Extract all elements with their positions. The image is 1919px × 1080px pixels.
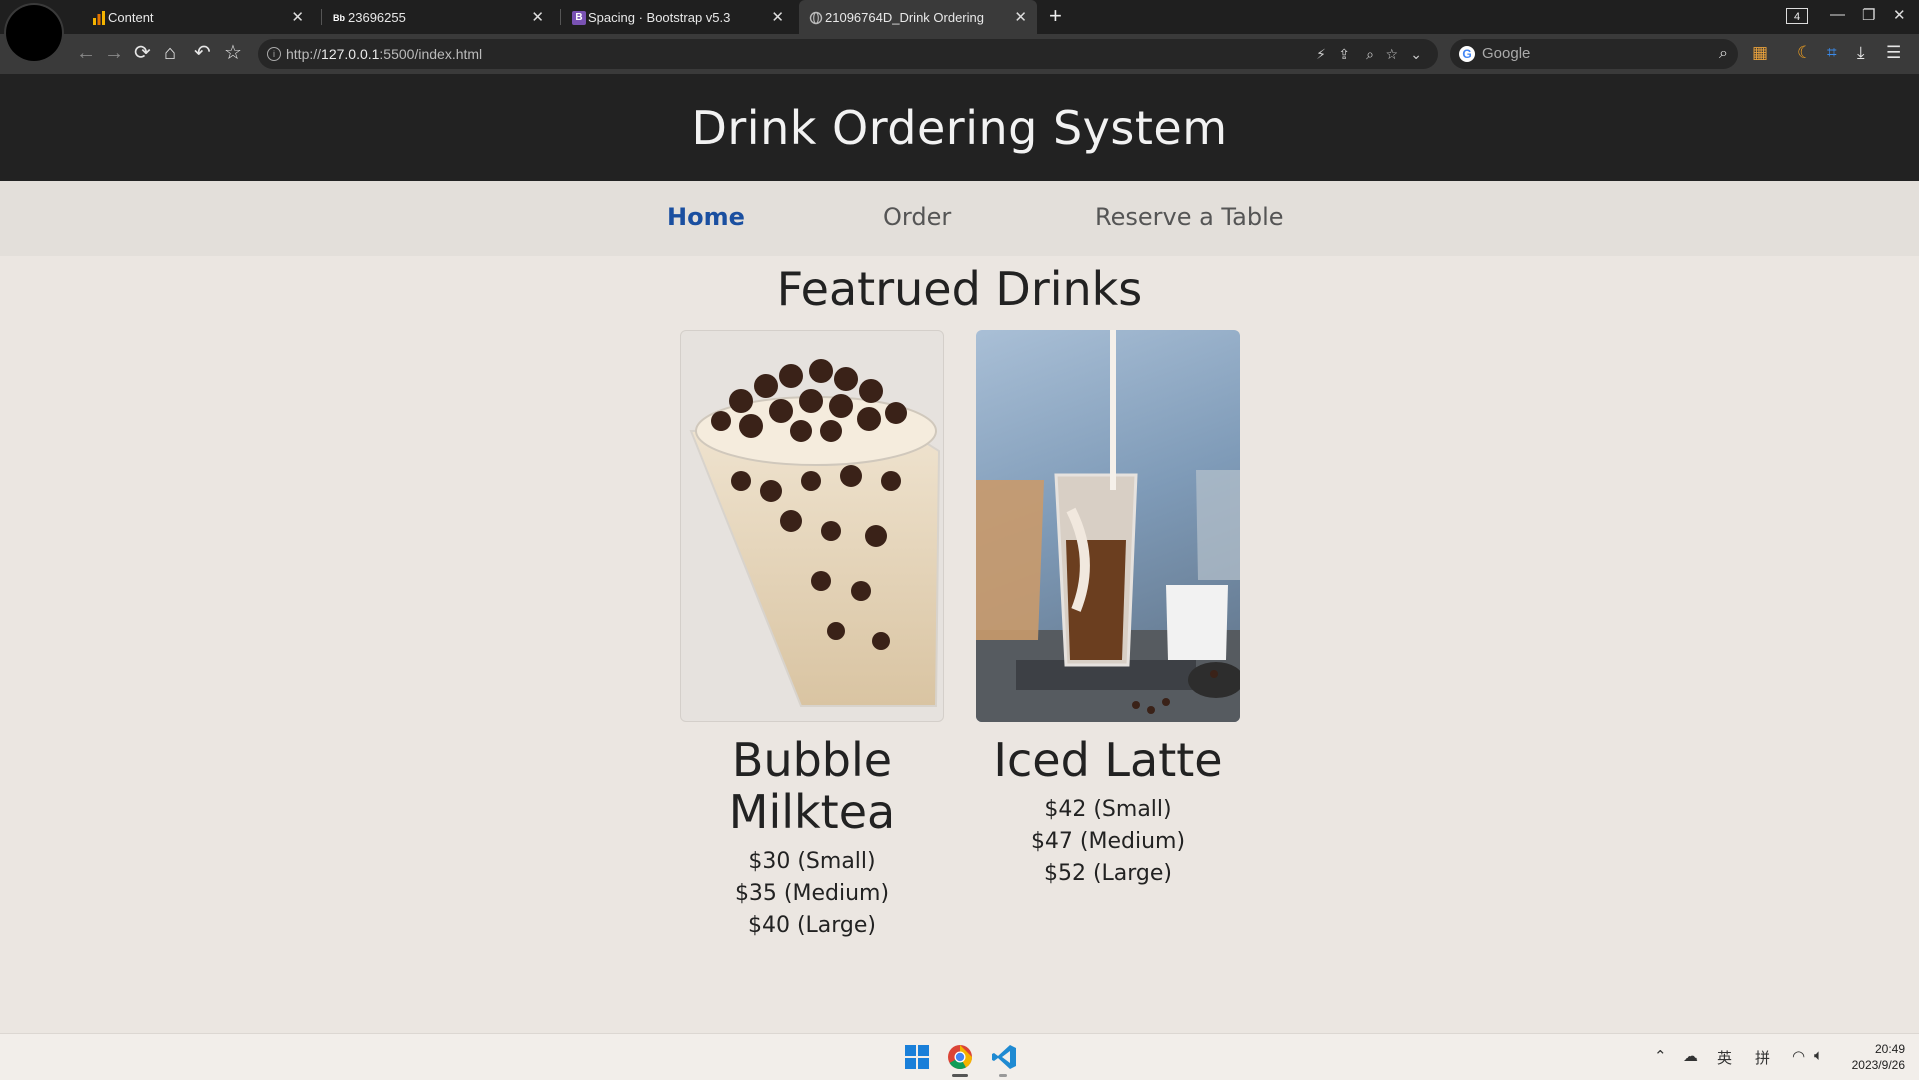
lightning-icon[interactable]: ⚡ <box>1316 39 1326 69</box>
nav-home[interactable]: Home <box>667 203 745 231</box>
windows-start-icon[interactable] <box>904 1044 930 1070</box>
chrome-icon[interactable] <box>947 1044 973 1070</box>
browser-tab[interactable]: Bb 23696255 ✕ <box>322 0 554 34</box>
apps-grid-icon[interactable]: ▦ <box>1752 42 1768 64</box>
active-app-indicator <box>952 1074 968 1077</box>
volume-icon[interactable]: 🔈︎ <box>1814 1047 1823 1064</box>
drink-price: $52 (Large) <box>1043 861 1173 886</box>
blackboard-icon: Bb <box>333 13 345 23</box>
drink-price: $35 (Medium) <box>734 881 890 906</box>
night-mode-icon[interactable]: ☾ <box>1797 42 1812 64</box>
system-clock[interactable]: 20:49 2023/9/26 <box>1852 1041 1905 1073</box>
close-window-icon[interactable]: ✕ <box>1893 6 1906 24</box>
clock-date: 2023/9/26 <box>1851 1058 1905 1072</box>
favorite-icon[interactable]: ☆ <box>1385 39 1398 69</box>
clock-time: 20:49 <box>1874 1042 1905 1056</box>
chevron-down-icon[interactable]: ⌄ <box>1410 39 1422 69</box>
drink-name: Iced Latte <box>993 733 1223 787</box>
crop-icon[interactable]: ⌗ <box>1827 42 1837 64</box>
onedrive-icon[interactable]: ☁ <box>1683 1047 1698 1065</box>
ime-mode[interactable]: 拼 <box>1755 1047 1770 1068</box>
open-app-indicator <box>999 1074 1007 1077</box>
address-bar[interactable]: i http://127.0.0.1:5500/index.html ⚡ ⇪ ⌕… <box>258 39 1438 69</box>
iced-latte-image <box>976 330 1240 722</box>
close-tab-icon[interactable]: ✕ <box>291 8 304 26</box>
browser-tab[interactable]: Content ✕ <box>82 0 314 34</box>
restore-icon[interactable]: ❐ <box>1862 6 1875 24</box>
drink-price: $30 (Small) <box>748 849 876 874</box>
browser-tab[interactable]: B Spacing · Bootstrap v5.3 ✕ <box>562 0 794 34</box>
home-icon[interactable]: ⌂ <box>164 41 176 65</box>
bootstrap-icon: B <box>572 11 586 25</box>
tab-title: Spacing · Bootstrap v5.3 <box>588 9 731 25</box>
share-icon[interactable]: ⇪ <box>1338 39 1350 69</box>
site-info-icon[interactable]: i <box>267 47 281 61</box>
drink-card[interactable]: Bubble Milktea $30 (Small) $35 (Medium) … <box>680 330 944 942</box>
window-count-badge[interactable]: 4 <box>1786 8 1808 24</box>
close-tab-icon[interactable]: ✕ <box>531 8 544 26</box>
browser-toolbar: ← → ⟳ ⌂ ↶ ☆ i http://127.0.0.1:5500/inde… <box>0 34 1919 74</box>
site-header: Drink Ordering System <box>0 74 1919 181</box>
section-title: Featrued Drinks <box>776 262 1143 316</box>
bar-chart-icon <box>92 11 106 25</box>
bubble-milktea-image <box>680 330 944 722</box>
nav-reserve-table[interactable]: Reserve a Table <box>1095 203 1284 231</box>
ime-language[interactable]: 英 <box>1717 1047 1732 1068</box>
reload-icon[interactable]: ⟳ <box>134 41 151 65</box>
drink-card[interactable]: Iced Latte $42 (Small) $47 (Medium) $52 … <box>976 330 1240 890</box>
tab-title: 23696255 <box>348 9 406 25</box>
browser-tab-active[interactable]: 21096764D_Drink Ordering Sy ✕ <box>799 0 1037 34</box>
minimize-icon[interactable]: — <box>1830 6 1845 23</box>
nav-order[interactable]: Order <box>883 203 951 231</box>
close-tab-icon[interactable]: ✕ <box>771 8 784 26</box>
bookmark-star-icon[interactable]: ☆ <box>224 41 242 65</box>
new-tab-icon[interactable]: + <box>1049 3 1062 29</box>
zoom-icon[interactable]: ⌕ <box>1366 39 1374 69</box>
wifi-icon[interactable]: ◠ <box>1792 1047 1805 1065</box>
drink-name: Bubble Milktea <box>728 733 896 839</box>
tab-title: 21096764D_Drink Ordering Sy <box>825 9 985 25</box>
undo-close-icon[interactable]: ↶ <box>194 41 211 65</box>
tab-title: Content <box>108 9 154 25</box>
drink-price: $42 (Small) <box>1044 797 1172 822</box>
drink-price: $47 (Medium) <box>1030 829 1186 854</box>
back-icon[interactable]: ← <box>76 41 96 65</box>
site-title: Drink Ordering System <box>691 100 1228 155</box>
chevron-up-icon[interactable]: ⌃ <box>1654 1047 1667 1065</box>
drink-price: $40 (Large) <box>747 913 877 938</box>
profile-avatar[interactable] <box>6 5 62 61</box>
url-scheme: http:// <box>286 46 322 62</box>
url-host: 127.0.0.1 <box>321 46 380 62</box>
search-placeholder: Google <box>1482 45 1531 62</box>
tab-separator <box>560 9 561 25</box>
browser-tabstrip: Content ✕ Bb 23696255 ✕ B Spacing · Boot… <box>0 0 1919 34</box>
search-icon[interactable]: ⌕ <box>1719 39 1728 69</box>
search-box[interactable]: G Google ⌕ <box>1450 39 1738 69</box>
os-taskbar: ⌃ ☁ 英 拼 ◠ 🔈︎ 20:49 2023/9/26 <box>0 1033 1919 1080</box>
menu-icon[interactable]: ☰ <box>1886 42 1901 64</box>
download-icon[interactable]: ⤓ <box>1857 42 1865 64</box>
globe-icon <box>809 11 823 25</box>
site-nav: Home Order Reserve a Table <box>0 181 1919 256</box>
forward-icon[interactable]: → <box>104 41 124 65</box>
vscode-icon[interactable] <box>991 1044 1017 1070</box>
url-path: :5500/index.html <box>379 46 483 62</box>
close-tab-icon[interactable]: ✕ <box>1014 8 1027 26</box>
google-icon: G <box>1459 46 1475 62</box>
